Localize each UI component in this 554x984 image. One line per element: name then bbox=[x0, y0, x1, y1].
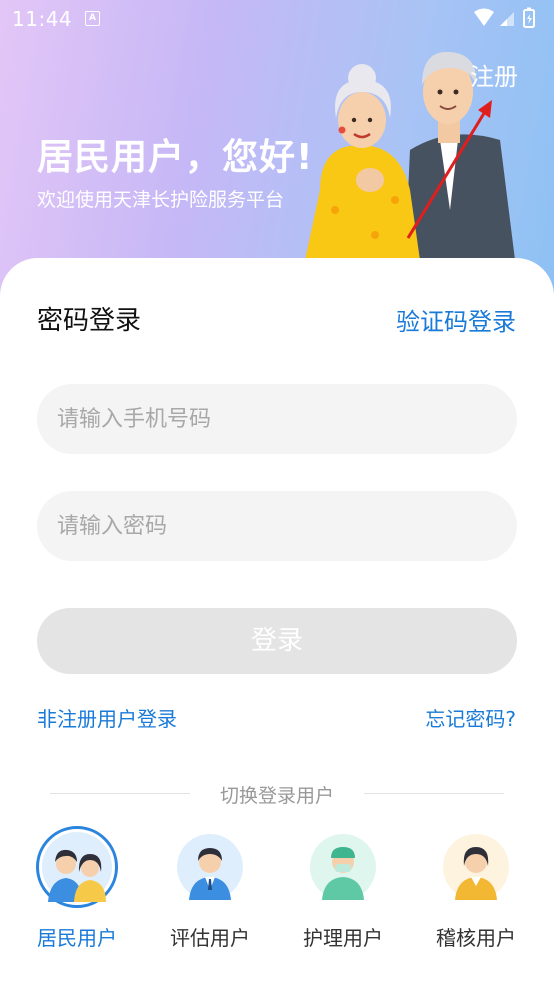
user-type-label: 护理用户 bbox=[303, 926, 383, 950]
user-type-assessor[interactable]: 评估用户 bbox=[155, 826, 265, 951]
greeting-subtitle: 欢迎使用天津长护险服务平台 bbox=[37, 189, 285, 211]
notification-icon: A bbox=[85, 11, 100, 26]
phone-field bbox=[37, 384, 517, 454]
avatar bbox=[36, 826, 118, 908]
password-field bbox=[37, 491, 517, 561]
password-login-title: 密码登录 bbox=[37, 306, 142, 336]
user-type-nurse[interactable]: 护理用户 bbox=[288, 826, 398, 951]
switch-user-title: 切换登录用户 bbox=[219, 785, 334, 807]
user-type-list: 居民用户 评估用户 护理用户 稽核用户 bbox=[0, 826, 554, 956]
nurse-avatar-icon bbox=[310, 834, 376, 900]
status-bar: 11:44 A bbox=[0, 0, 554, 36]
forgot-password-link[interactable]: 忘记密码? bbox=[425, 703, 516, 732]
resident-avatar-icon bbox=[42, 832, 112, 902]
guest-login-link[interactable]: 非注册用户登录 bbox=[37, 703, 177, 732]
login-button[interactable]: 登录 bbox=[37, 608, 517, 674]
status-icons bbox=[474, 7, 535, 28]
login-screen: 11:44 A 居民用户，您好! 欢迎使用天津长护险服务平台 注册 密码登录 验… bbox=[0, 0, 554, 984]
assessor-avatar-icon bbox=[177, 834, 243, 900]
avatar bbox=[302, 826, 384, 908]
auditor-avatar-icon bbox=[443, 834, 509, 900]
sms-code-login-link[interactable]: 验证码登录 bbox=[396, 302, 516, 337]
user-type-resident[interactable]: 居民用户 bbox=[22, 826, 132, 951]
status-time: 11:44 bbox=[12, 7, 73, 31]
user-type-auditor[interactable]: 稽核用户 bbox=[421, 826, 531, 951]
signal-icon bbox=[500, 12, 514, 26]
phone-input[interactable] bbox=[37, 384, 517, 454]
greeting-title: 居民用户，您好! bbox=[37, 137, 314, 178]
user-type-label: 居民用户 bbox=[37, 926, 117, 950]
user-type-label: 评估用户 bbox=[170, 926, 250, 950]
avatar bbox=[435, 826, 517, 908]
password-input[interactable] bbox=[37, 491, 517, 561]
wifi-icon bbox=[474, 8, 494, 26]
user-type-label: 稽核用户 bbox=[436, 926, 516, 950]
register-link[interactable]: 注册 bbox=[470, 57, 518, 92]
battery-icon bbox=[523, 7, 535, 28]
avatar bbox=[169, 826, 251, 908]
